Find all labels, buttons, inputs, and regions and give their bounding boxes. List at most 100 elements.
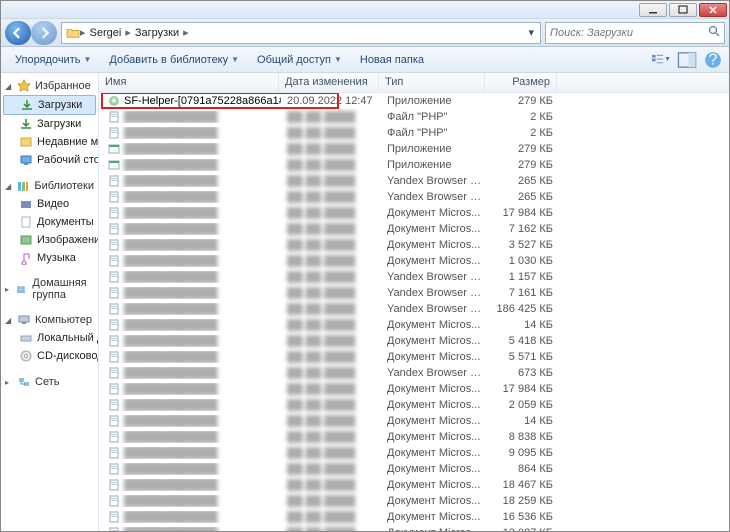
file-row[interactable]: ██████████████.██.████Файл "PHP"2 КБ (99, 109, 729, 125)
file-date: ██.██.████ (281, 255, 381, 267)
file-row[interactable]: ██████████████.██.████Yandex Browser P..… (99, 285, 729, 301)
file-row[interactable]: ██████████████.██.████Документ Micros...… (99, 525, 729, 531)
file-row[interactable]: ██████████████.██.████Документ Micros...… (99, 429, 729, 445)
share-button[interactable]: Общий доступ▼ (249, 51, 350, 69)
file-type: Документ Micros... (381, 447, 487, 459)
file-row[interactable]: ██████████████.██.████Yandex Browser P..… (99, 269, 729, 285)
file-row[interactable]: ██████████████.██.████Документ Micros...… (99, 493, 729, 509)
file-type: Yandex Browser P... (381, 175, 487, 187)
caret-right-icon: ▸ (5, 285, 10, 294)
column-type[interactable]: Тип (379, 73, 485, 92)
computer-icon (17, 313, 31, 327)
file-type: Yandex Browser P... (381, 191, 487, 203)
file-name: ████████████ (124, 303, 218, 315)
nav-item-video[interactable]: Видео (1, 195, 98, 213)
nav-item-local-disk[interactable]: Локальный диск (C:) (1, 329, 98, 347)
nav-item-desktop[interactable]: Рабочий стол (1, 151, 98, 169)
file-row[interactable]: ██████████████.██.████Документ Micros...… (99, 349, 729, 365)
file-date: ██.██.████ (281, 111, 381, 123)
view-options-button[interactable]: ▼ (651, 51, 671, 69)
file-row[interactable]: ██████████████.██.████Документ Micros...… (99, 413, 729, 429)
column-name[interactable]: Имя (99, 73, 279, 92)
nav-item-images[interactable]: Изображения (1, 231, 98, 249)
file-row[interactable]: ██████████████.██.████Документ Micros...… (99, 221, 729, 237)
nav-group-homegroup[interactable]: ▸Домашняя группа (1, 275, 98, 303)
file-row[interactable]: ██████████████.██.████Файл "PHP"2 КБ (99, 125, 729, 141)
file-row[interactable]: ██████████████.██.████Документ Micros...… (99, 397, 729, 413)
file-date: ██.██.████ (281, 207, 381, 219)
images-icon (19, 233, 33, 247)
file-row[interactable]: ██████████████.██.████Yandex Browser P..… (99, 189, 729, 205)
file-date: ██.██.████ (281, 399, 381, 411)
file-name: ████████████ (124, 175, 218, 187)
file-row-highlighted[interactable]: SF-Helper-[0791a75228a866a1#399#] (1)20.… (99, 93, 729, 109)
chevron-down-icon: ▼ (334, 55, 342, 64)
help-button[interactable]: ? (703, 51, 723, 69)
nav-group-computer[interactable]: ◢Компьютер (1, 311, 98, 329)
file-size: 3 527 КБ (487, 239, 559, 251)
include-library-button[interactable]: Добавить в библиотеку▼ (101, 51, 247, 69)
file-row[interactable]: ██████████████.██.████Yandex Browser P..… (99, 365, 729, 381)
nav-item-recent[interactable]: Недавние места (1, 133, 98, 151)
file-row[interactable]: ██████████████.██.████Приложение279 КБ (99, 141, 729, 157)
new-folder-button[interactable]: Новая папка (352, 51, 432, 69)
breadcrumb-item[interactable]: Загрузки (131, 27, 183, 39)
file-row[interactable]: ██████████████.██.████Приложение279 КБ (99, 157, 729, 173)
file-row[interactable]: ██████████████.██.████Документ Micros...… (99, 205, 729, 221)
nav-item-downloads-2[interactable]: Загрузки (1, 115, 98, 133)
file-row[interactable]: ██████████████.██.████Документ Micros...… (99, 253, 729, 269)
file-size: 14 КБ (487, 319, 559, 331)
file-size: 7 162 КБ (487, 223, 559, 235)
address-bar[interactable]: ▸ Sergei ▸ Загрузки ▸ ▾ (61, 22, 541, 44)
column-size[interactable]: Размер (485, 73, 557, 92)
search-box[interactable] (545, 22, 725, 44)
file-name: SF-Helper-[0791a75228a866a1#399#] (1) (124, 95, 281, 107)
breadcrumb-item[interactable]: Sergei (86, 27, 126, 39)
video-icon (19, 197, 33, 211)
nav-item-downloads[interactable]: Загрузки (3, 95, 96, 115)
nav-forward-button[interactable] (31, 21, 57, 45)
file-date: ██.██.████ (281, 383, 381, 395)
file-row[interactable]: ██████████████.██.████Документ Micros...… (99, 445, 729, 461)
file-row[interactable]: ██████████████.██.████Документ Micros...… (99, 509, 729, 525)
file-row[interactable]: ██████████████.██.████Документ Micros...… (99, 381, 729, 397)
column-date[interactable]: Дата изменения (279, 73, 379, 92)
close-button[interactable] (699, 3, 727, 17)
nav-group-libraries[interactable]: ◢Библиотеки (1, 177, 98, 195)
file-type: Приложение (381, 159, 487, 171)
file-name: ████████████ (124, 511, 218, 523)
file-row[interactable]: ██████████████.██.████Документ Micros...… (99, 333, 729, 349)
file-row[interactable]: ██████████████.██.████Документ Micros...… (99, 477, 729, 493)
nav-item-music[interactable]: Музыка (1, 249, 98, 267)
nav-group-network[interactable]: ▸Сеть (1, 373, 98, 391)
file-name: ████████████ (124, 367, 218, 379)
file-list: Имя Дата изменения Тип Размер SF-Helper-… (99, 73, 729, 531)
file-row[interactable]: ██████████████.██.████Yandex Browser P..… (99, 173, 729, 189)
nav-group-favorites[interactable]: ◢Избранное (1, 77, 98, 95)
nav-back-button[interactable] (5, 21, 31, 45)
file-row[interactable]: ██████████████.██.████Документ Micros...… (99, 237, 729, 253)
file-name: ████████████ (124, 271, 218, 283)
nav-item-cd-drive[interactable]: CD-дисковод (D:) 4G (1, 347, 98, 365)
organize-button[interactable]: Упорядочить▼ (7, 51, 99, 69)
file-type: Документ Micros... (381, 495, 487, 507)
file-name: ████████████ (124, 383, 218, 395)
file-row[interactable]: ██████████████.██.████Документ Micros...… (99, 317, 729, 333)
minimize-button[interactable] (639, 3, 667, 17)
file-type: Документ Micros... (381, 479, 487, 491)
file-row[interactable]: ██████████████.██.████Документ Micros...… (99, 461, 729, 477)
nav-item-documents[interactable]: Документы (1, 213, 98, 231)
file-icon (107, 447, 121, 459)
dropdown-arrow-icon[interactable]: ▾ (528, 26, 534, 39)
maximize-button[interactable] (669, 3, 697, 17)
file-type: Yandex Browser P... (381, 287, 487, 299)
search-input[interactable] (550, 27, 704, 39)
preview-pane-button[interactable] (677, 51, 697, 69)
file-size: 279 КБ (487, 159, 559, 171)
file-type: Документ Micros... (381, 527, 487, 531)
navigation-pane: ◢Избранное Загрузки Загрузки Недавние ме… (1, 73, 99, 531)
file-date: ██.██.████ (281, 463, 381, 475)
file-name: ████████████ (124, 495, 218, 507)
file-type: Документ Micros... (381, 399, 487, 411)
file-row[interactable]: ██████████████.██.████Yandex Browser P..… (99, 301, 729, 317)
